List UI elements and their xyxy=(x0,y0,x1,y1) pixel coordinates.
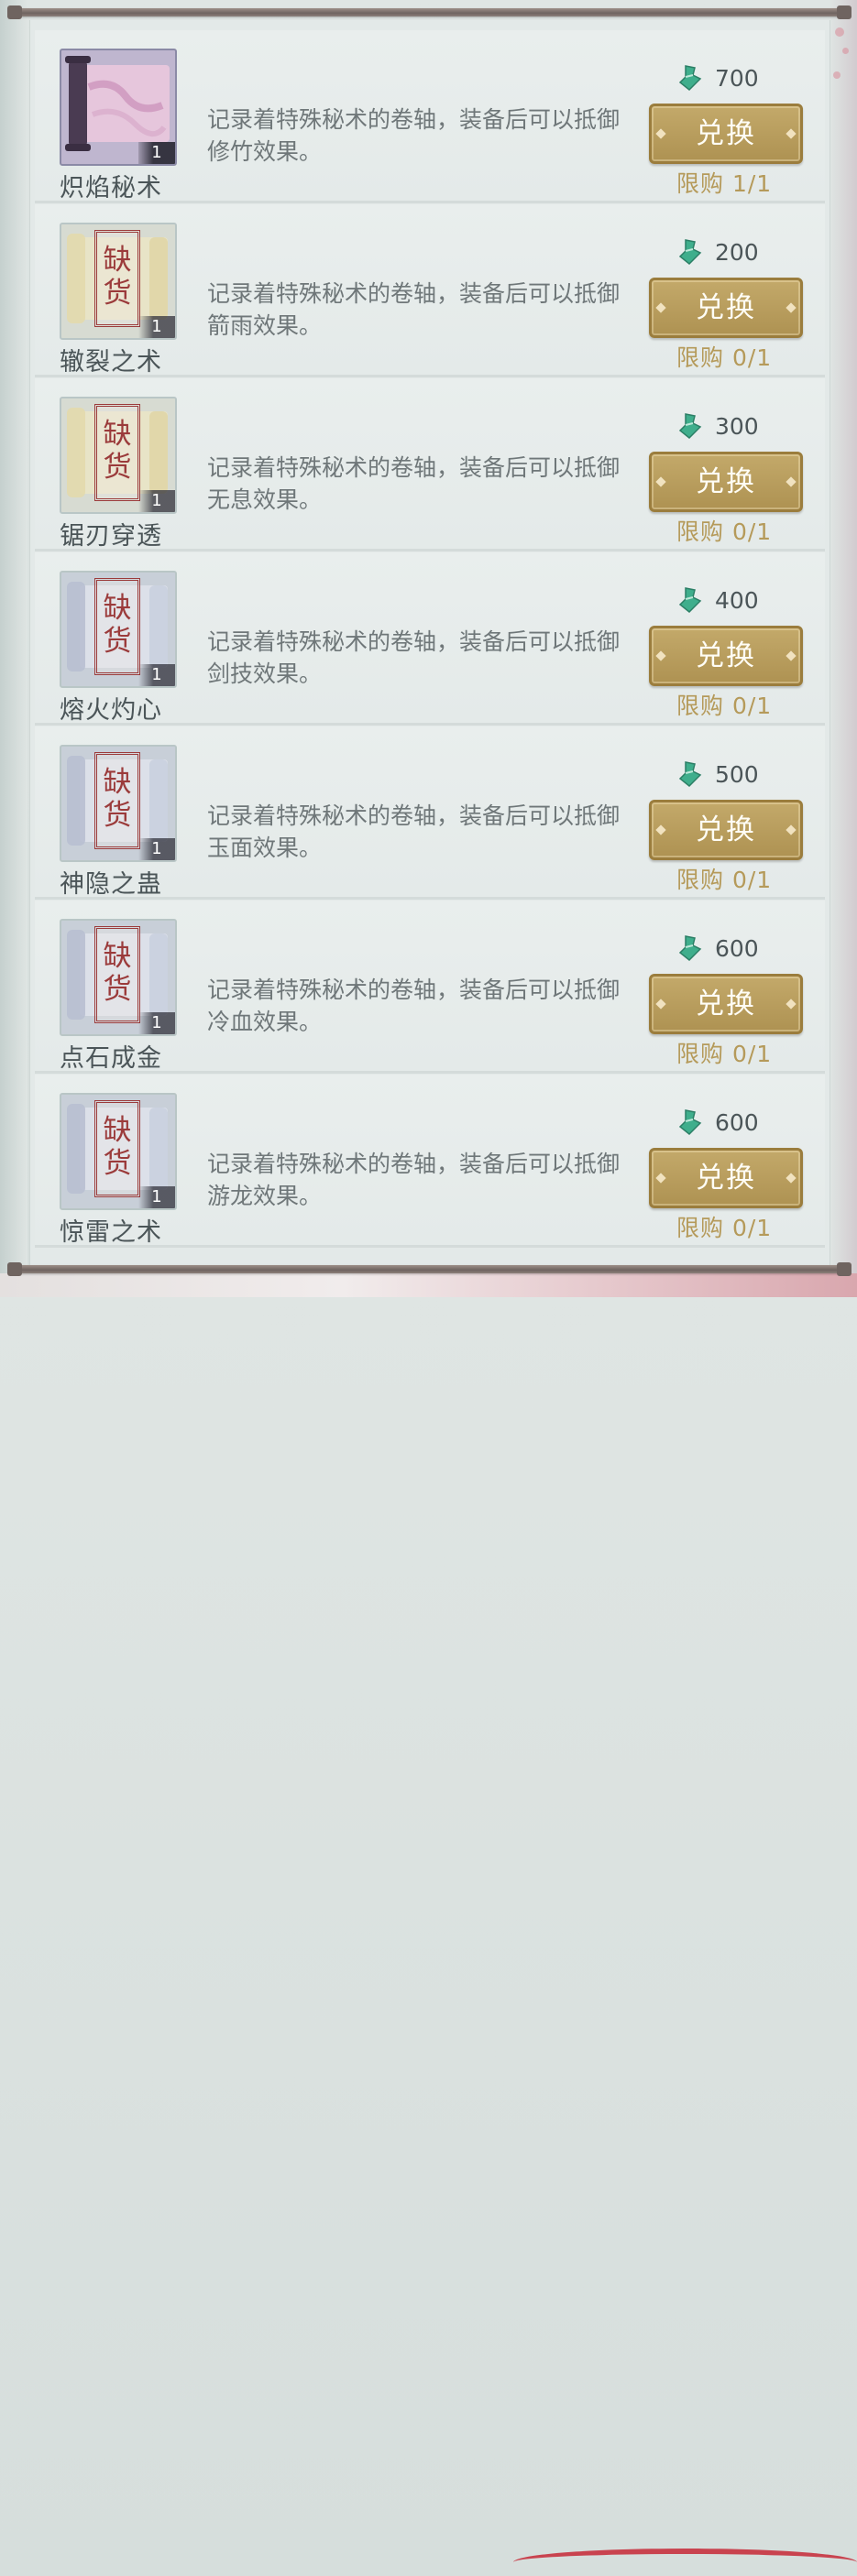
jade-currency-icon xyxy=(678,587,702,614)
jade-currency-icon xyxy=(678,761,702,788)
shop-item-row: 缺 货 1 惊雷之术 记录着特殊秘术的卷轴，装备后可以抵御游龙效果。 600 兑… xyxy=(35,1075,825,1248)
exchange-button[interactable]: 兑换 xyxy=(649,452,803,512)
price-value: 400 xyxy=(715,587,759,614)
item-quantity: 1 xyxy=(138,1012,175,1034)
stamp-char: 货 xyxy=(103,799,132,832)
item-thumbnail[interactable]: 缺 货 1 xyxy=(60,397,177,514)
purchase-limit: 限购 0/1 xyxy=(676,1041,773,1067)
item-thumbnail[interactable]: 缺 货 1 xyxy=(60,919,177,1036)
stamp-char: 缺 xyxy=(103,592,132,625)
item-quantity: 1 xyxy=(138,838,175,860)
out-of-stock-stamp: 缺 货 xyxy=(94,230,140,327)
item-description: 记录着特殊秘术的卷轴，装备后可以抵御玉面效果。 xyxy=(207,802,621,861)
item-price: 300 xyxy=(676,410,786,443)
item-quantity: 1 xyxy=(138,1186,175,1208)
item-price: 700 xyxy=(676,62,786,95)
item-name: 辙裂之术 xyxy=(60,348,162,377)
item-price: 200 xyxy=(676,236,786,269)
out-of-stock-stamp: 缺 货 xyxy=(94,926,140,1023)
item-price: 600 xyxy=(676,933,786,966)
price-value: 600 xyxy=(715,1109,759,1136)
item-description: 记录着特殊秘术的卷轴，装备后可以抵御冷血效果。 xyxy=(207,977,621,1035)
item-description: 记录着特殊秘术的卷轴，装备后可以抵御游龙效果。 xyxy=(207,1151,621,1209)
jade-currency-icon xyxy=(678,1109,702,1136)
item-thumbnail[interactable]: 缺 货 1 xyxy=(60,1093,177,1210)
jade-currency-icon xyxy=(678,935,702,962)
left-frame-decoration xyxy=(0,0,27,1297)
out-of-stock-stamp: 缺 货 xyxy=(94,752,140,849)
stamp-char: 缺 xyxy=(103,940,132,973)
shop-item-row: 缺 货 1 锯刃穿透 记录着特殊秘术的卷轴，装备后可以抵御无息效果。 300 兑… xyxy=(35,378,825,551)
stamp-char: 货 xyxy=(103,277,132,310)
price-value: 200 xyxy=(715,239,759,266)
stamp-char: 货 xyxy=(103,1147,132,1180)
exchange-button[interactable]: 兑换 xyxy=(649,626,803,686)
out-of-stock-stamp: 缺 货 xyxy=(94,404,140,501)
right-frame-decoration xyxy=(830,0,857,1297)
purchase-limit: 限购 1/1 xyxy=(676,170,773,197)
item-name: 惊雷之术 xyxy=(60,1218,162,1247)
purchase-limit: 限购 0/1 xyxy=(676,867,773,893)
item-description: 记录着特殊秘术的卷轴，装备后可以抵御剑技效果。 xyxy=(207,628,621,687)
item-price: 600 xyxy=(676,1107,786,1140)
price-value: 700 xyxy=(715,65,759,92)
exchange-button[interactable]: 兑换 xyxy=(649,104,803,164)
item-price: 400 xyxy=(676,584,786,617)
stamp-char: 货 xyxy=(103,625,132,658)
item-thumbnail[interactable]: 缺 货 1 xyxy=(60,571,177,688)
bottom-decoration xyxy=(0,1273,857,2554)
item-quantity: 1 xyxy=(138,664,175,686)
purchase-limit: 限购 0/1 xyxy=(676,344,773,371)
shop-list-panel[interactable]: 1 炽焰秘术 记录着特殊秘术的卷轴，装备后可以抵御修竹效果。 700 兑换 限购… xyxy=(29,20,830,1265)
price-value: 500 xyxy=(715,761,759,788)
item-description: 记录着特殊秘术的卷轴，装备后可以抵御修竹效果。 xyxy=(207,106,621,165)
purchase-limit: 限购 0/1 xyxy=(676,1215,773,1241)
shop-item-row: 缺 货 1 熔火灼心 记录着特殊秘术的卷轴，装备后可以抵御剑技效果。 400 兑… xyxy=(35,552,825,726)
item-quantity: 1 xyxy=(138,316,175,338)
item-thumbnail[interactable]: 缺 货 1 xyxy=(60,745,177,862)
stamp-char: 缺 xyxy=(103,418,132,451)
item-name: 神隐之蛊 xyxy=(60,870,162,899)
item-price: 500 xyxy=(676,759,786,791)
shop-item-row: 1 炽焰秘术 记录着特殊秘术的卷轴，装备后可以抵御修竹效果。 700 兑换 限购… xyxy=(35,30,825,203)
stamp-char: 货 xyxy=(103,973,132,1006)
item-name: 熔火灼心 xyxy=(60,696,162,725)
shop-item-row: 缺 货 1 神隐之蛊 记录着特殊秘术的卷轴，装备后可以抵御玉面效果。 500 兑… xyxy=(35,726,825,900)
exchange-button[interactable]: 兑换 xyxy=(649,278,803,338)
price-value: 300 xyxy=(715,413,759,440)
scroll-rod-top xyxy=(7,5,852,19)
jade-currency-icon xyxy=(678,239,702,266)
exchange-button[interactable]: 兑换 xyxy=(649,974,803,1034)
jade-currency-icon xyxy=(678,413,702,440)
stamp-char: 缺 xyxy=(103,244,132,277)
item-description: 记录着特殊秘术的卷轴，装备后可以抵御箭雨效果。 xyxy=(207,280,621,339)
stamp-char: 缺 xyxy=(103,766,132,799)
stamp-char: 缺 xyxy=(103,1114,132,1147)
exchange-button[interactable]: 兑换 xyxy=(649,800,803,860)
stamp-char: 货 xyxy=(103,451,132,484)
item-quantity: 1 xyxy=(138,142,175,164)
item-description: 记录着特殊秘术的卷轴，装备后可以抵御无息效果。 xyxy=(207,454,621,513)
price-value: 600 xyxy=(715,935,759,962)
ribbon-decoration xyxy=(513,2549,857,2576)
out-of-stock-stamp: 缺 货 xyxy=(94,1100,140,1197)
jade-currency-icon xyxy=(678,65,702,92)
shop-item-row: 缺 货 1 点石成金 记录着特殊秘术的卷轴，装备后可以抵御冷血效果。 600 兑… xyxy=(35,901,825,1074)
scroll-rod-bottom xyxy=(7,1262,852,1276)
exchange-button[interactable]: 兑换 xyxy=(649,1148,803,1208)
item-name: 炽焰秘术 xyxy=(60,174,162,202)
item-name: 锯刃穿透 xyxy=(60,522,162,551)
item-quantity: 1 xyxy=(138,490,175,512)
item-thumbnail[interactable]: 1 xyxy=(60,49,177,166)
shop-item-row: 缺 货 1 辙裂之术 记录着特殊秘术的卷轴，装备后可以抵御箭雨效果。 200 兑… xyxy=(35,204,825,377)
purchase-limit: 限购 0/1 xyxy=(676,518,773,545)
purchase-limit: 限购 0/1 xyxy=(676,693,773,719)
out-of-stock-stamp: 缺 货 xyxy=(94,578,140,675)
item-thumbnail[interactable]: 缺 货 1 xyxy=(60,223,177,340)
item-name: 点石成金 xyxy=(60,1044,162,1073)
